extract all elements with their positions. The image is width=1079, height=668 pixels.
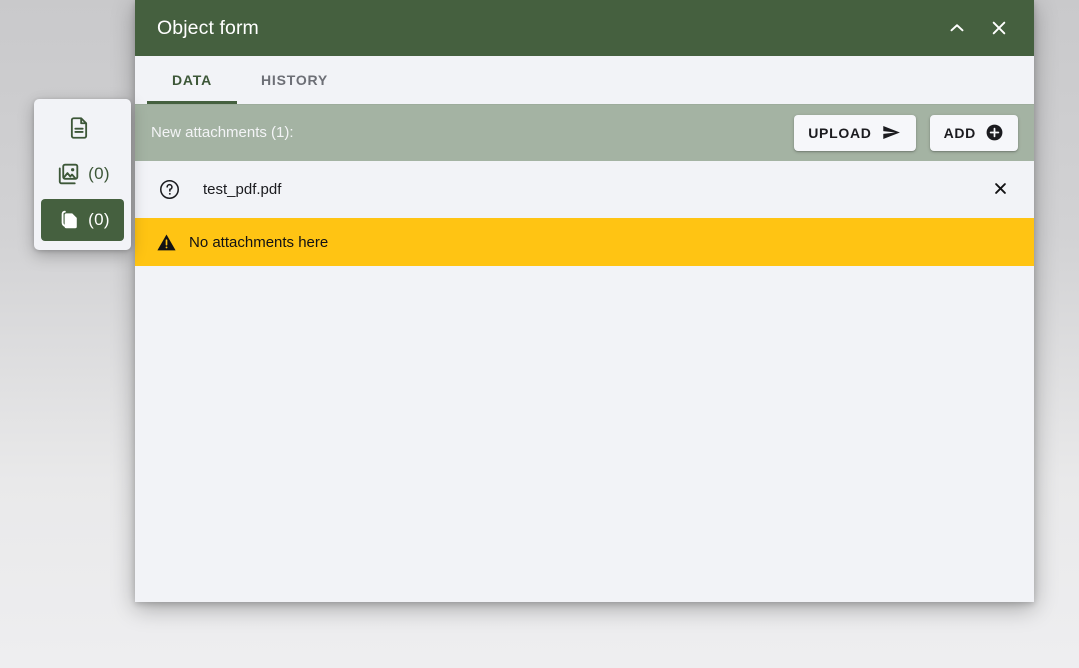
send-icon	[881, 122, 902, 143]
new-attachments-label: New attachments (1):	[151, 124, 294, 141]
add-button-label: ADD	[943, 124, 976, 141]
object-form-dialog: Object form DATA HISTORY New attachments…	[135, 0, 1034, 602]
dialog-tabs: DATA HISTORY	[135, 56, 1034, 104]
close-button[interactable]	[978, 7, 1020, 49]
warning-triangle-icon	[155, 231, 177, 253]
close-icon	[991, 179, 1010, 201]
warning-message: No attachments here	[189, 233, 329, 251]
attachments-empty-area	[135, 266, 1034, 602]
add-button[interactable]: ADD	[929, 114, 1018, 151]
side-panel-item-document[interactable]	[41, 107, 124, 149]
dialog-titlebar: Object form	[135, 0, 1034, 56]
attachment-file-name: test_pdf.pdf	[203, 181, 282, 198]
chevron-up-icon	[946, 17, 968, 39]
attachment-file-row: test_pdf.pdf	[135, 161, 1034, 218]
document-icon	[66, 115, 92, 141]
upload-button-label: UPLOAD	[808, 124, 872, 141]
no-attachments-warning: No attachments here	[135, 218, 1034, 266]
tab-history[interactable]: HISTORY	[237, 56, 352, 104]
help-circle-icon[interactable]	[155, 176, 183, 204]
close-icon	[988, 17, 1010, 39]
tab-history-label: HISTORY	[261, 72, 329, 88]
dialog-title: Object form	[157, 16, 259, 39]
new-attachments-toolbar: New attachments (1): UPLOAD ADD	[135, 104, 1034, 161]
tab-data[interactable]: DATA	[147, 56, 237, 104]
photo-library-icon	[55, 161, 81, 187]
attachment-side-panel: (0) (0)	[34, 99, 131, 250]
tab-data-label: DATA	[171, 72, 212, 88]
side-panel-item-attachments[interactable]: (0)	[41, 199, 124, 241]
remove-attachment-button[interactable]	[982, 172, 1018, 208]
side-panel-item-images[interactable]: (0)	[41, 153, 124, 195]
side-panel-item-attachments-label: (0)	[88, 210, 110, 229]
add-circle-icon	[985, 123, 1004, 142]
upload-button[interactable]: UPLOAD	[794, 114, 916, 151]
side-panel-item-images-label: (0)	[88, 164, 110, 183]
attachment-page-icon	[55, 207, 81, 233]
collapse-button[interactable]	[936, 7, 978, 49]
